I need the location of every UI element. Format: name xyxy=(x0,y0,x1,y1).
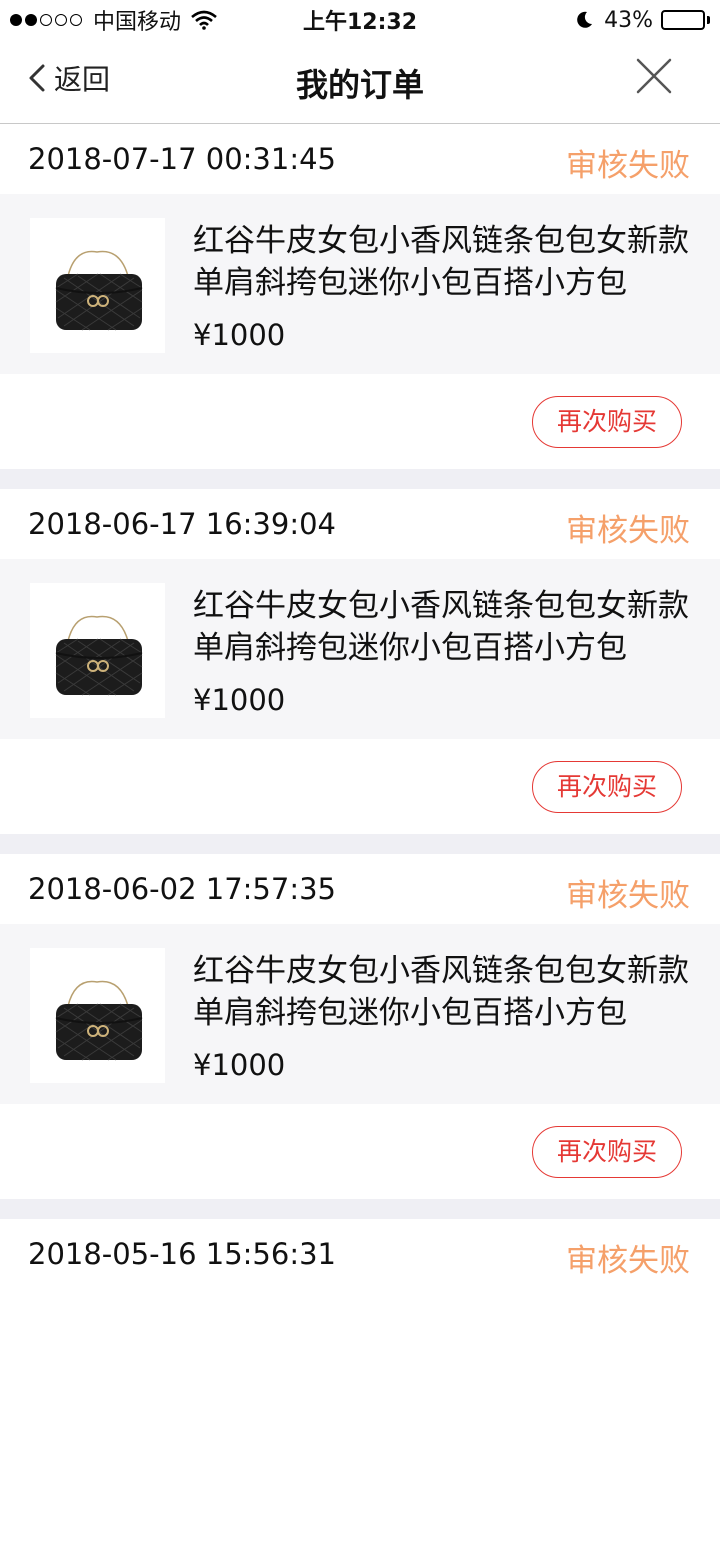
battery-group: 43% xyxy=(574,6,710,34)
order-status: 审核失败 xyxy=(566,1243,690,1279)
battery-percentage: 43% xyxy=(604,7,653,33)
handbag-image xyxy=(55,615,143,696)
order-divider xyxy=(0,834,720,854)
do-not-disturb-moon-icon xyxy=(577,11,593,28)
order-header: 2018-07-17 00:31:45 审核失败 xyxy=(0,124,720,194)
buy-again-button[interactable]: 再次购买 xyxy=(532,396,682,448)
product-price: ¥1000 xyxy=(193,318,286,352)
product-title: 红谷牛皮女包小香风链条包包女新款单肩斜挎包迷你小包百搭小方包 xyxy=(193,953,689,1031)
order-divider xyxy=(0,1199,720,1219)
order-header: 2018-05-16 15:56:31 审核失败 xyxy=(0,1219,720,1289)
product-thumbnail[interactable] xyxy=(30,583,165,718)
order-card: 2018-05-16 15:56:31 审核失败 xyxy=(0,1219,720,1564)
order-footer: 再次购买 xyxy=(0,1104,720,1199)
product-title: 红谷牛皮女包小香风链条包包女新款单肩斜挎包迷你小包百搭小方包 xyxy=(193,588,689,666)
close-icon[interactable] xyxy=(632,54,676,98)
product-price: ¥1000 xyxy=(193,1048,286,1082)
buy-again-button[interactable]: 再次购买 xyxy=(532,1126,682,1178)
product-thumbnail[interactable] xyxy=(30,218,165,353)
product-price: ¥1000 xyxy=(193,683,286,717)
status-bar: 中国移动 上午12:32 43% xyxy=(0,0,720,40)
order-date: 2018-05-16 15:56:31 xyxy=(28,1237,336,1271)
order-footer: 再次购买 xyxy=(0,739,720,834)
order-card: 2018-06-02 17:57:35 审核失败 红谷牛皮女包小香风链条包包女新… xyxy=(0,854,720,1199)
buy-again-button[interactable]: 再次购买 xyxy=(532,761,682,813)
order-item[interactable]: 红谷牛皮女包小香风链条包包女新款单肩斜挎包迷你小包百搭小方包 ¥1000 xyxy=(0,194,720,374)
order-divider xyxy=(0,469,720,489)
order-footer: 再次购买 xyxy=(0,374,720,469)
handbag-image xyxy=(55,980,143,1061)
order-status: 审核失败 xyxy=(566,148,690,184)
order-item[interactable]: 红谷牛皮女包小香风链条包包女新款单肩斜挎包迷你小包百搭小方包 ¥1000 xyxy=(0,924,720,1104)
handbag-image xyxy=(55,250,143,331)
battery-icon xyxy=(661,10,710,30)
order-date: 2018-07-17 00:31:45 xyxy=(28,142,336,176)
order-list: 2018-07-17 00:31:45 审核失败 红谷牛皮女包小香风链条包包女新… xyxy=(0,124,720,1564)
order-card: 2018-07-17 00:31:45 审核失败 红谷牛皮女包小香风链条包包女新… xyxy=(0,124,720,469)
order-item[interactable]: 红谷牛皮女包小香风链条包包女新款单肩斜挎包迷你小包百搭小方包 ¥1000 xyxy=(0,559,720,739)
order-header: 2018-06-02 17:57:35 审核失败 xyxy=(0,854,720,924)
order-date: 2018-06-17 16:39:04 xyxy=(28,507,336,541)
navigation-bar: 返回 我的订单 xyxy=(0,40,720,124)
order-status: 审核失败 xyxy=(566,878,690,914)
product-thumbnail[interactable] xyxy=(30,948,165,1083)
order-date: 2018-06-02 17:57:35 xyxy=(28,872,336,906)
page-title: 我的订单 xyxy=(295,66,424,104)
order-header: 2018-06-17 16:39:04 审核失败 xyxy=(0,489,720,559)
order-status: 审核失败 xyxy=(566,513,690,549)
order-card: 2018-06-17 16:39:04 审核失败 红谷牛皮女包小香风链条包包女新… xyxy=(0,489,720,834)
product-title: 红谷牛皮女包小香风链条包包女新款单肩斜挎包迷你小包百搭小方包 xyxy=(193,223,689,301)
